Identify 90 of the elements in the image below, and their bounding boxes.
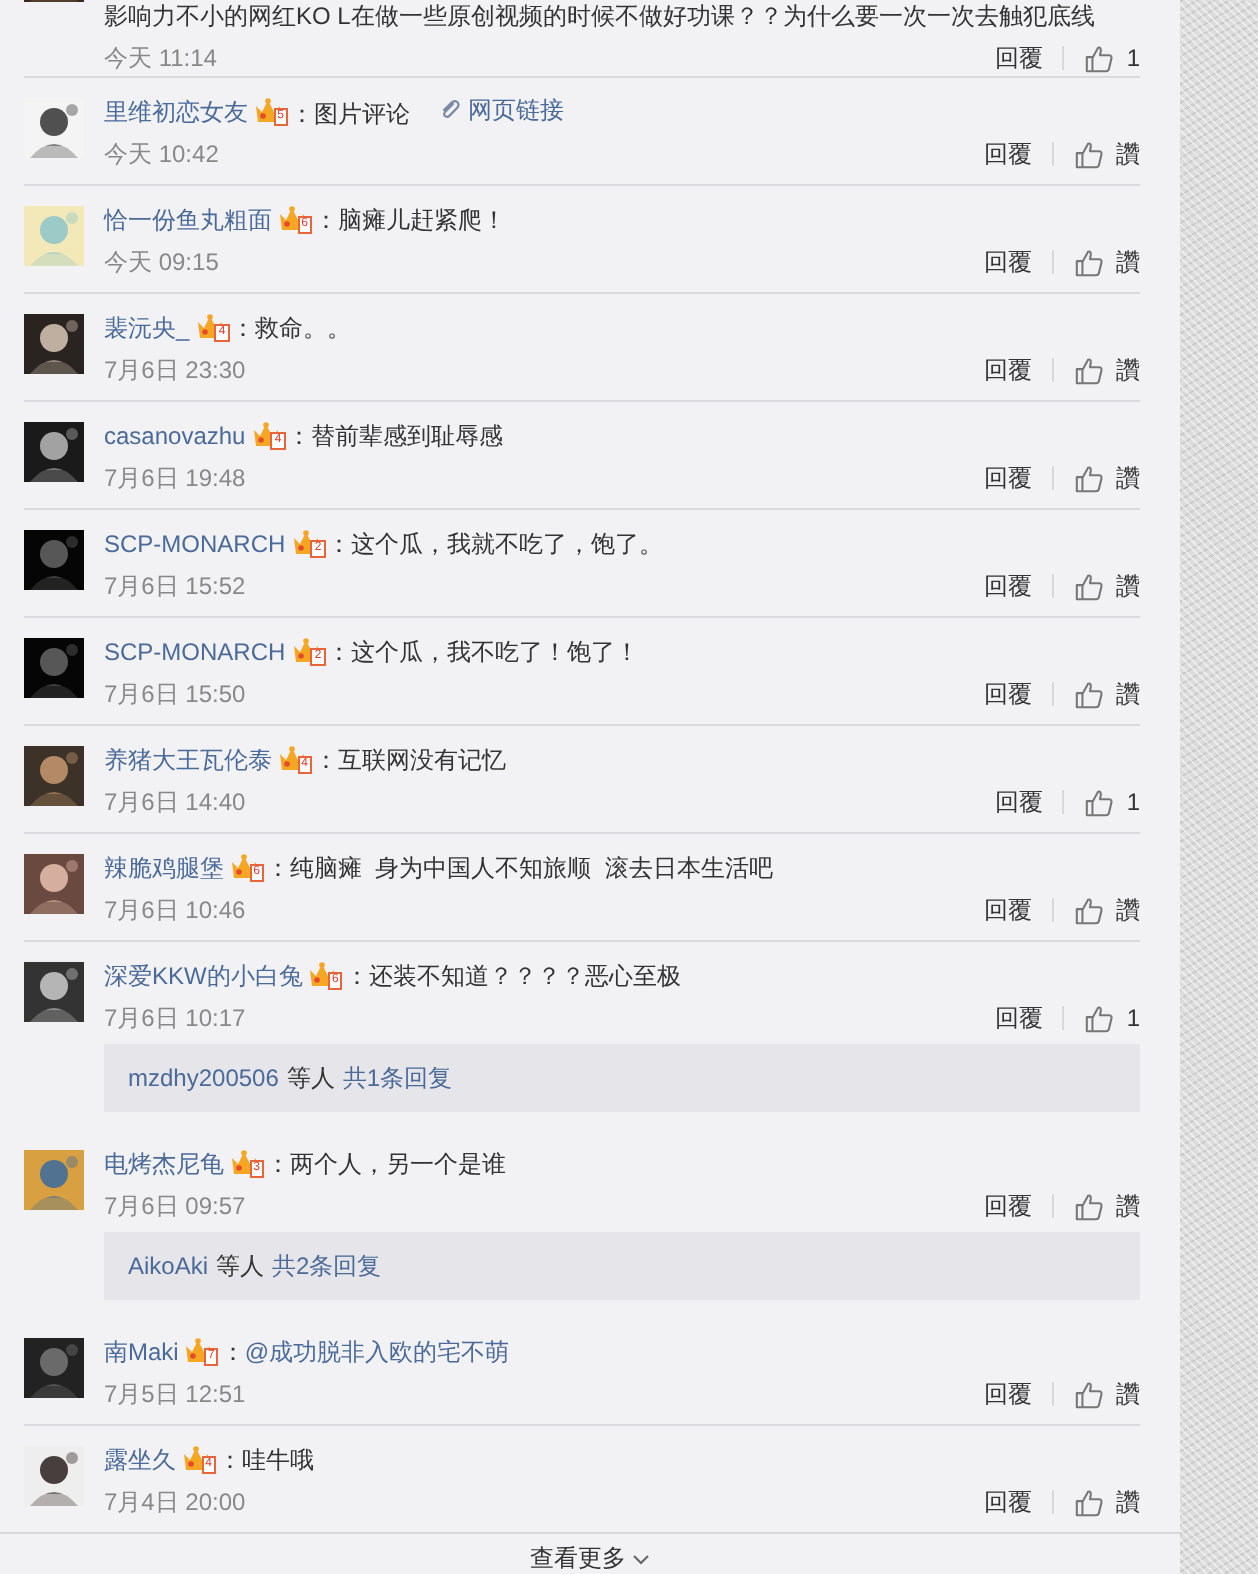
- comment-text: ：@成功脱非入欧的宅不萌: [220, 1336, 510, 1370]
- thumbs-up-icon[interactable]: [1084, 787, 1115, 817]
- like-count[interactable]: 讚: [1116, 132, 1140, 176]
- reply-link[interactable]: 回覆: [994, 780, 1043, 824]
- thumbs-up-icon[interactable]: [1074, 1191, 1104, 1221]
- comment-text: ：两个人，另一个是谁: [266, 1148, 506, 1182]
- comment-text: ：互联网没有记忆: [314, 744, 506, 778]
- chevron-down-icon: [632, 1553, 650, 1565]
- like-count[interactable]: 讚: [1116, 1184, 1140, 1228]
- comment-time: 7月6日 10:46: [104, 894, 246, 928]
- reply-link[interactable]: 回覆: [984, 132, 1032, 176]
- like-count[interactable]: 1: [1126, 36, 1140, 80]
- reply-link[interactable]: 回覆: [994, 36, 1043, 80]
- like-count[interactable]: 1: [1126, 780, 1140, 824]
- comment-time: 7月5日 12:51: [104, 1378, 246, 1412]
- like-count[interactable]: 讚: [1116, 672, 1140, 716]
- like-count[interactable]: 讚: [1116, 1480, 1140, 1524]
- reply-count-link[interactable]: 共1条回复: [342, 1061, 453, 1095]
- like-count[interactable]: 1: [1126, 996, 1140, 1040]
- thumbs-up-icon[interactable]: [1074, 679, 1104, 709]
- comment-time: 今天 11:14: [104, 42, 217, 76]
- reply-users[interactable]: mzdhy200506: [128, 1064, 279, 1092]
- user-name[interactable]: SCP-MONARCH: [104, 632, 286, 672]
- user-name[interactable]: SCP-MONARCH: [104, 524, 286, 564]
- user-name[interactable]: 裴沅央_: [104, 308, 190, 348]
- replies-panel[interactable]: mzdhy200506 等人 共1条回复: [104, 1044, 1140, 1112]
- reply-count-link[interactable]: 共2条回复: [272, 1249, 382, 1283]
- user-name[interactable]: 南Maki: [104, 1332, 179, 1372]
- like-count[interactable]: 讚: [1116, 240, 1140, 284]
- user-name[interactable]: 里维初恋女友: [104, 92, 248, 132]
- comment-time: 7月4日 20:00: [104, 1486, 246, 1520]
- comment-text: ：替前辈感到耻辱感: [287, 420, 504, 454]
- user-name[interactable]: 养猪大王瓦伦泰: [104, 740, 272, 780]
- comment-text: ：救命。。: [231, 312, 352, 346]
- thumbs-up-icon[interactable]: [1084, 1003, 1115, 1033]
- reply-link[interactable]: 回覆: [984, 1480, 1032, 1524]
- comment-text: ：纯脑瘫 身为中国人不知旅顺 滚去日本生活吧: [266, 852, 773, 886]
- reply-link[interactable]: 回覆: [984, 348, 1032, 392]
- paperclip-icon: [438, 98, 462, 122]
- like-count[interactable]: 讚: [1116, 456, 1140, 500]
- reply-others-label: 等人: [286, 1061, 335, 1095]
- user-name[interactable]: 露坐久: [104, 1440, 176, 1480]
- reply-link[interactable]: 回覆: [984, 672, 1032, 716]
- reply-link[interactable]: 回覆: [984, 564, 1032, 608]
- comment-time: 7月6日 10:17: [104, 1002, 246, 1036]
- thumbs-up-icon[interactable]: [1084, 43, 1115, 73]
- user-name[interactable]: 辣脆鸡腿堡: [104, 848, 224, 888]
- comment-time: 7月6日 19:48: [104, 462, 246, 496]
- comment-text: 影响力不小的网红KO L在做一些原创视频的时候不做好功课？？为什么要一次一次去触犯底线: [104, 0, 1095, 34]
- thumbs-up-icon[interactable]: [1074, 895, 1104, 925]
- comment-text: ：这个瓜，我就不吃了，饱了。: [327, 528, 664, 562]
- user-name[interactable]: 电烤杰尼龟: [104, 1144, 224, 1184]
- user-name[interactable]: 深爱KKW的小白兔: [104, 956, 303, 996]
- show-more-link[interactable]: 查看更多: [530, 1544, 650, 1574]
- thumbs-up-icon[interactable]: [1074, 355, 1104, 385]
- reply-link[interactable]: 回覆: [984, 1184, 1032, 1228]
- thumbs-up-icon[interactable]: [1074, 1379, 1104, 1409]
- like-count[interactable]: 讚: [1116, 888, 1140, 932]
- comment-text: ：图片评论 网页链接: [290, 90, 564, 134]
- comment-time: 7月6日 14:40: [104, 786, 246, 820]
- comment-text: ：脑瘫儿赶紧爬！: [314, 204, 506, 238]
- reply-users[interactable]: AikoAki: [128, 1252, 209, 1280]
- comment-time: 7月6日 23:30: [104, 354, 246, 388]
- reply-link[interactable]: 回覆: [984, 240, 1032, 284]
- comment-time: 今天 09:15: [104, 246, 219, 280]
- user-name[interactable]: 恰一份鱼丸粗面: [104, 200, 272, 240]
- comment-time: 今天 10:42: [104, 138, 219, 172]
- comment-text: ：哇牛哦: [218, 1444, 314, 1478]
- thumbs-up-icon[interactable]: [1074, 139, 1104, 169]
- like-count[interactable]: 讚: [1116, 564, 1140, 608]
- comment-time: 7月6日 15:50: [104, 678, 246, 712]
- comment-text: ：这个瓜，我不吃了！饱了！: [327, 636, 640, 670]
- thumbs-up-icon[interactable]: [1074, 1487, 1104, 1517]
- reply-link[interactable]: 回覆: [994, 996, 1043, 1040]
- reply-others-label: 等人: [216, 1249, 265, 1283]
- web-link[interactable]: 网页链接: [438, 90, 564, 130]
- user-name[interactable]: casanovazhu: [104, 416, 246, 456]
- thumbs-up-icon[interactable]: [1074, 463, 1104, 493]
- comment-text: ：还装不知道？？？？恶心至极: [344, 960, 681, 994]
- thumbs-up-icon[interactable]: [1074, 571, 1104, 601]
- like-count[interactable]: 讚: [1116, 1372, 1140, 1416]
- reply-link[interactable]: 回覆: [984, 1372, 1032, 1416]
- like-count[interactable]: 讚: [1116, 348, 1140, 392]
- reply-link[interactable]: 回覆: [984, 888, 1032, 932]
- reply-link[interactable]: 回覆: [984, 456, 1032, 500]
- comment-time: 7月6日 15:52: [104, 570, 246, 604]
- replies-panel[interactable]: AikoAki 等人 共2条回复: [104, 1232, 1140, 1300]
- thumbs-up-icon[interactable]: [1074, 247, 1104, 277]
- mention-link[interactable]: @成功脱非入欧的宅不萌: [244, 1338, 510, 1366]
- comment-time: 7月6日 09:57: [104, 1190, 246, 1224]
